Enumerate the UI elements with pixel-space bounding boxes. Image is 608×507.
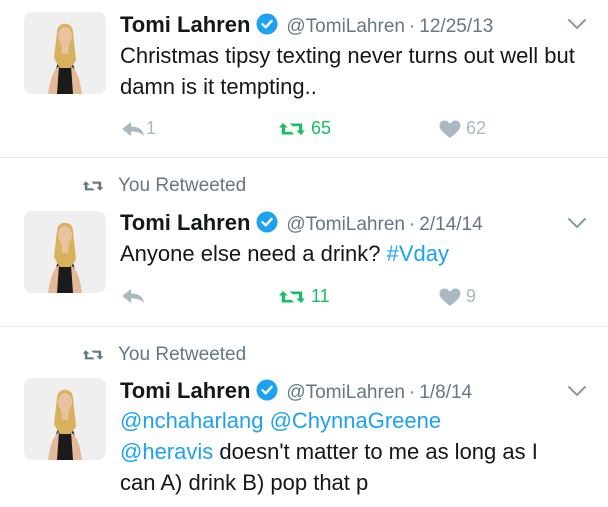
reply-button[interactable] (120, 286, 146, 306)
retweet-icon (279, 122, 305, 135)
retweet-context: You Retweeted (78, 344, 246, 366)
heart-icon (439, 120, 461, 138)
mention-link[interactable]: @heravis (120, 439, 213, 464)
verified-badge-icon (256, 13, 279, 35)
mention-link[interactable]: @nchaharlang (120, 408, 263, 433)
retweet-button[interactable]: 65 (277, 118, 331, 139)
tweet-date[interactable]: 2/14/14 (419, 214, 482, 236)
avatar[interactable] (24, 211, 106, 293)
retweet-context-label: You Retweeted (118, 344, 247, 365)
heart-icon (439, 288, 461, 306)
like-count: 9 (466, 286, 477, 306)
tweet-actions: 11 9 (120, 286, 608, 310)
separator: · (408, 214, 416, 235)
tweet-header: Tomi Lahren @TomiLahren · 2/14/14 (120, 208, 588, 236)
avatar[interactable] (24, 12, 106, 94)
tweet-text: Anyone else need a drink? #Vday (120, 238, 578, 269)
avatar[interactable] (24, 378, 106, 460)
retweet-count: 11 (311, 286, 330, 306)
retweet-context-label: You Retweeted (118, 175, 247, 196)
tweet-actions: 1 65 62 (120, 118, 608, 142)
tweet[interactable]: Tomi Lahren @TomiLahren · 12/25/13 Chris… (0, 0, 608, 158)
reply-count: 1 (146, 118, 157, 138)
author-name[interactable]: Tomi Lahren (120, 210, 250, 236)
reply-icon (122, 121, 144, 136)
chevron-down-icon[interactable] (566, 17, 588, 31)
author-name[interactable]: Tomi Lahren (120, 12, 250, 38)
verified-badge-icon (256, 379, 279, 401)
tweet-header: Tomi Lahren @TomiLahren · 1/8/14 (120, 376, 588, 404)
author-handle[interactable]: @TomiLahren (286, 382, 405, 404)
tweet-text: Christmas tipsy texting never turns out … (120, 43, 575, 99)
separator: · (408, 16, 416, 37)
tweet-date[interactable]: 12/25/13 (419, 16, 493, 38)
mention-link[interactable]: @ChynnaGreene (270, 408, 442, 433)
retweet-icon (82, 181, 104, 191)
author-handle[interactable]: @TomiLahren (286, 16, 405, 38)
chevron-down-icon[interactable] (566, 216, 588, 230)
retweet-count: 65 (311, 118, 332, 138)
tweet-date[interactable]: 1/8/14 (419, 382, 472, 404)
tweet[interactable]: You Retweeted Tomi Lahren @TomiLahren · … (0, 159, 608, 327)
author-handle[interactable]: @TomiLahren (286, 214, 405, 236)
author-name[interactable]: Tomi Lahren (120, 378, 250, 404)
tweet-text: @nchaharlang @ChynnaGreene @heravis doesn… (120, 405, 578, 498)
retweet-button[interactable]: 11 (277, 286, 330, 307)
separator: · (408, 382, 416, 403)
hashtag-link[interactable]: #Vday (387, 241, 449, 266)
tweet[interactable]: You Retweeted Tomi Lahren @TomiLahren · … (0, 328, 608, 507)
retweet-context: You Retweeted (78, 175, 246, 197)
verified-badge-icon (256, 211, 279, 233)
reply-icon (122, 289, 144, 303)
reply-button[interactable]: 1 (120, 118, 156, 139)
tweet-text-body: Anyone else need a drink? (120, 241, 387, 266)
retweet-icon (279, 290, 305, 303)
like-button[interactable]: 9 (438, 286, 476, 307)
like-count: 62 (466, 118, 487, 138)
chevron-down-icon[interactable] (566, 384, 588, 398)
tweet-header: Tomi Lahren @TomiLahren · 12/25/13 (120, 10, 588, 38)
like-button[interactable]: 62 (438, 118, 486, 139)
retweet-icon (82, 350, 104, 360)
